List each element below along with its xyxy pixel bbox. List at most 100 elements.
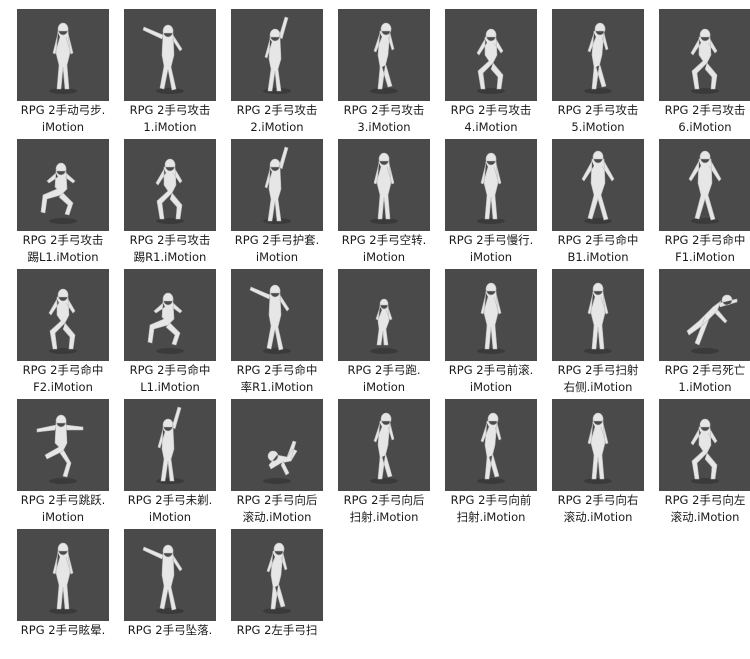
figure-icon (48, 288, 77, 354)
file-name-line1: RPG 2手弓向后 (236, 493, 318, 507)
motion-thumbnail[interactable] (659, 269, 750, 361)
file-tile[interactable]: RPG 2手弓攻击 4.iMotion (445, 9, 552, 139)
file-tile[interactable]: RPG 2手弓向右 滚动.iMotion (552, 399, 659, 529)
motion-thumbnail[interactable] (552, 139, 644, 231)
figure-icon (155, 158, 184, 224)
motion-thumbnail[interactable] (338, 399, 430, 491)
file-name: RPG 2手弓前滚. iMotion (437, 362, 545, 396)
motion-thumbnail[interactable] (552, 399, 644, 491)
motion-thumbnail[interactable] (552, 269, 644, 361)
file-tile[interactable]: RPG 2手弓前滚. iMotion (445, 269, 552, 399)
file-tile[interactable]: RPG 2左手弓扫 (231, 529, 338, 659)
file-name-line2: 扫射.iMotion (456, 510, 526, 524)
motion-thumbnail[interactable] (338, 139, 430, 231)
figure-icon (584, 282, 612, 354)
file-tile[interactable]: RPG 2手弓攻击 5.iMotion (552, 9, 659, 139)
motion-thumbnail[interactable] (124, 9, 216, 101)
file-tile[interactable]: RPG 2手弓向后 扫射.iMotion (338, 399, 445, 529)
motion-thumbnail[interactable] (17, 399, 109, 491)
file-name: RPG 2手弓命中 F2.iMotion (9, 362, 117, 396)
file-name: RPG 2手弓攻击 4.iMotion (437, 102, 545, 136)
motion-thumbnail[interactable] (231, 399, 323, 491)
file-tile[interactable]: RPG 2手弓未剃. iMotion (124, 399, 231, 529)
file-tile[interactable]: RPG 2手弓攻击 3.iMotion (338, 9, 445, 139)
motion-thumbnail[interactable] (17, 139, 109, 231)
motion-thumbnail[interactable] (445, 139, 537, 231)
file-tile[interactable]: RPG 2手弓命中 率R1.iMotion (231, 269, 338, 399)
motion-thumbnail[interactable] (231, 529, 323, 621)
file-tile[interactable]: RPG 2手弓眩晕. (17, 529, 124, 659)
file-name: RPG 2手弓命中 F1.iMotion (651, 232, 750, 266)
file-name-line2: 2.iMotion (250, 120, 304, 134)
file-tile[interactable]: RPG 2手弓扫射 右侧.iMotion (552, 269, 659, 399)
motion-thumbnail[interactable] (338, 269, 430, 361)
file-tile[interactable]: RPG 2手动弓步. iMotion (17, 9, 124, 139)
file-tile[interactable]: RPG 2手弓慢行. iMotion (445, 139, 552, 269)
file-tile[interactable]: RPG 2手弓死亡 1.iMotion (659, 269, 750, 399)
file-name: RPG 2手弓扫射 右侧.iMotion (544, 362, 652, 396)
file-name: RPG 2左手弓扫 (223, 622, 331, 639)
file-tile[interactable]: RPG 2手弓命中 F2.iMotion (17, 269, 124, 399)
file-name-line1: RPG 2手弓攻击 (129, 233, 211, 247)
file-tile[interactable]: RPG 2手弓向后 滚动.iMotion (231, 399, 338, 529)
file-name: RPG 2手弓慢行. iMotion (437, 232, 545, 266)
file-tile[interactable]: RPG 2手弓攻击 踢R1.iMotion (124, 139, 231, 269)
file-name-line1: RPG 2手弓慢行. (448, 233, 534, 247)
motion-thumbnail[interactable] (231, 139, 323, 231)
file-tile[interactable]: RPG 2手弓空转. iMotion (338, 139, 445, 269)
figure-icon (370, 152, 398, 224)
file-tile[interactable]: RPG 2手弓向前 扫射.iMotion (445, 399, 552, 529)
file-name-line1: RPG 2手弓攻击 (557, 103, 639, 117)
figure-icon (263, 146, 291, 224)
file-name: RPG 2手弓跑. iMotion (330, 362, 438, 396)
motion-thumbnail[interactable] (17, 529, 109, 621)
file-name: RPG 2手弓攻击 5.iMotion (544, 102, 652, 136)
file-name: RPG 2手弓死亡 1.iMotion (651, 362, 750, 396)
motion-thumbnail[interactable] (124, 139, 216, 231)
motion-thumbnail[interactable] (124, 529, 216, 621)
file-name-line1: RPG 2手弓攻击 (450, 103, 532, 117)
motion-thumbnail[interactable] (659, 139, 750, 231)
file-name-line1: RPG 2手弓空转. (341, 233, 427, 247)
motion-thumbnail[interactable] (659, 399, 750, 491)
motion-thumbnail[interactable] (659, 9, 750, 101)
file-name-line1: RPG 2手弓跳跃. (20, 493, 106, 507)
file-name-line1: RPG 2左手弓扫 (236, 623, 318, 637)
file-tile[interactable]: RPG 2手弓命中 F1.iMotion (659, 139, 750, 269)
motion-thumbnail[interactable] (17, 9, 109, 101)
file-tile[interactable]: RPG 2手弓跑. iMotion (338, 269, 445, 399)
motion-thumbnail[interactable] (445, 399, 537, 491)
file-name: RPG 2手弓未剃. iMotion (116, 492, 224, 526)
file-tile[interactable]: RPG 2手弓攻击 1.iMotion (124, 9, 231, 139)
motion-thumbnail[interactable] (338, 9, 430, 101)
file-name-line2: B1.iMotion (567, 250, 629, 264)
file-tile[interactable]: RPG 2手弓命中 L1.iMotion (124, 269, 231, 399)
file-tile[interactable]: RPG 2手弓攻击 6.iMotion (659, 9, 750, 139)
figure-icon (36, 414, 84, 484)
motion-thumbnail[interactable] (124, 399, 216, 491)
figure-icon (49, 542, 77, 614)
motion-thumbnail[interactable] (445, 269, 537, 361)
file-tile[interactable]: RPG 2手弓跳跃. iMotion (17, 399, 124, 529)
file-name-line1: RPG 2手弓坠落. (127, 623, 213, 637)
file-name-line1: RPG 2手弓命中 (664, 233, 746, 247)
motion-thumbnail[interactable] (124, 269, 216, 361)
file-tile[interactable]: RPG 2手弓命中 B1.iMotion (552, 139, 659, 269)
file-name-line1: RPG 2手弓命中 (236, 363, 318, 377)
file-name-line1: RPG 2手弓扫射 (557, 363, 639, 377)
file-tile[interactable]: RPG 2手弓向左 滚动.iMotion (659, 399, 750, 529)
motion-thumbnail[interactable] (552, 9, 644, 101)
file-name-line2: iMotion (469, 380, 513, 394)
motion-thumbnail[interactable] (17, 269, 109, 361)
file-name-line1: RPG 2手弓攻击 (343, 103, 425, 117)
motion-thumbnail[interactable] (231, 269, 323, 361)
file-name-line2: F2.iMotion (33, 380, 93, 394)
file-name: RPG 2手弓命中 B1.iMotion (544, 232, 652, 266)
file-tile[interactable]: RPG 2手弓护套. iMotion (231, 139, 338, 269)
file-tile[interactable]: RPG 2手弓攻击 2.iMotion (231, 9, 338, 139)
file-name-line1: RPG 2手弓攻击 (664, 103, 746, 117)
file-tile[interactable]: RPG 2手弓坠落. (124, 529, 231, 659)
motion-thumbnail[interactable] (445, 9, 537, 101)
file-tile[interactable]: RPG 2手弓攻击 踢L1.iMotion (17, 139, 124, 269)
motion-thumbnail[interactable] (231, 9, 323, 101)
